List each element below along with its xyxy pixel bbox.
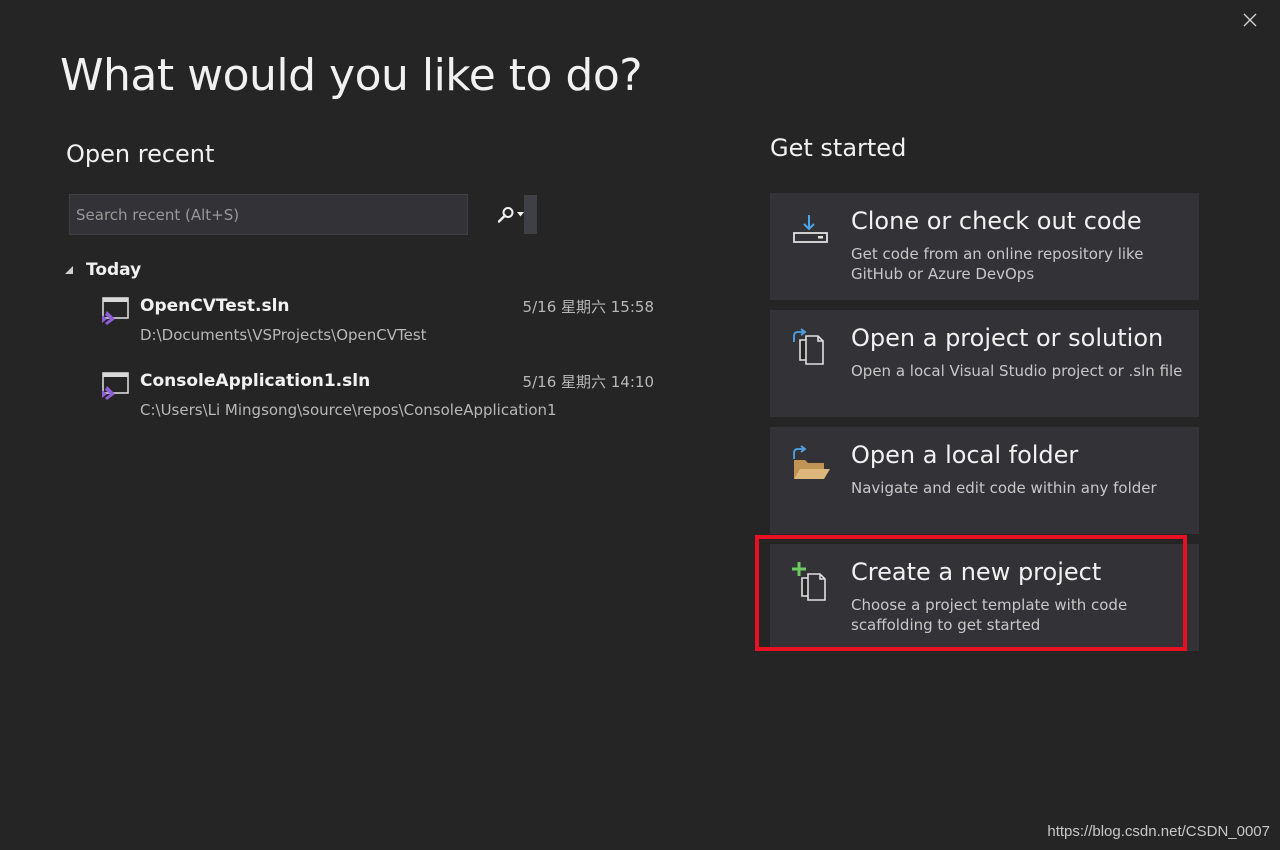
get-started-title: Get started [770,134,907,162]
card-description: Get code from an online repository like … [851,245,1144,283]
card-description: Open a local Visual Studio project or .s… [851,362,1183,380]
recent-item-name: ConsoleApplication1.sln [140,371,371,391]
folder-open-icon [793,445,830,479]
card-description: Choose a project template with code scaf… [851,596,1128,634]
watermark: https://blog.csdn.net/CSDN_0007 [1047,823,1270,840]
recent-item-path: C:\Users\Li Mingsong\source\repos\Consol… [140,401,557,419]
solution-file-icon [102,372,129,400]
download-icon [793,215,828,243]
recent-item-name: OpenCVTest.sln [140,296,290,316]
recent-item-path: D:\Documents\VSProjects\OpenCVTest [140,326,427,344]
page-title: What would you like to do? [60,50,643,101]
card-title: Clone or check out code [851,207,1142,235]
recent-item[interactable]: OpenCVTest.sln D:\Documents\VSProjects\O… [100,296,660,360]
group-header-today[interactable]: Today [64,260,141,280]
chevron-down-icon [516,212,524,217]
search-recent-box [69,194,537,235]
card-title: Open a local folder [851,441,1079,469]
close-icon [1243,13,1257,27]
clone-checkout-card[interactable]: Clone or check out code Get code from an… [770,193,1199,300]
search-icon [497,206,513,223]
recent-item[interactable]: ConsoleApplication1.sln C:\Users\Li Ming… [100,371,660,435]
group-label: Today [86,260,142,280]
open-recent-title: Open recent [66,140,215,168]
recent-item-date: 5/16 星期六 14:10 [522,373,654,391]
recent-item-date: 5/16 星期六 15:58 [522,298,654,316]
card-description: Navigate and edit code within any folder [851,479,1157,497]
create-new-project-card[interactable]: Create a new project Choose a project te… [770,544,1199,651]
open-project-icon [793,328,824,365]
card-title: Open a project or solution [851,324,1164,352]
open-folder-card[interactable]: Open a local folder Navigate and edit co… [770,427,1199,534]
solution-file-icon [102,297,129,325]
open-project-card[interactable]: Open a project or solution Open a local … [770,310,1199,417]
search-recent-input[interactable] [70,195,424,234]
new-project-icon [792,562,826,601]
search-button[interactable] [496,195,524,234]
collapse-triangle-icon [65,266,73,274]
search-dropdown-edge [524,195,537,234]
card-title: Create a new project [851,558,1102,586]
close-button[interactable] [1238,8,1262,32]
